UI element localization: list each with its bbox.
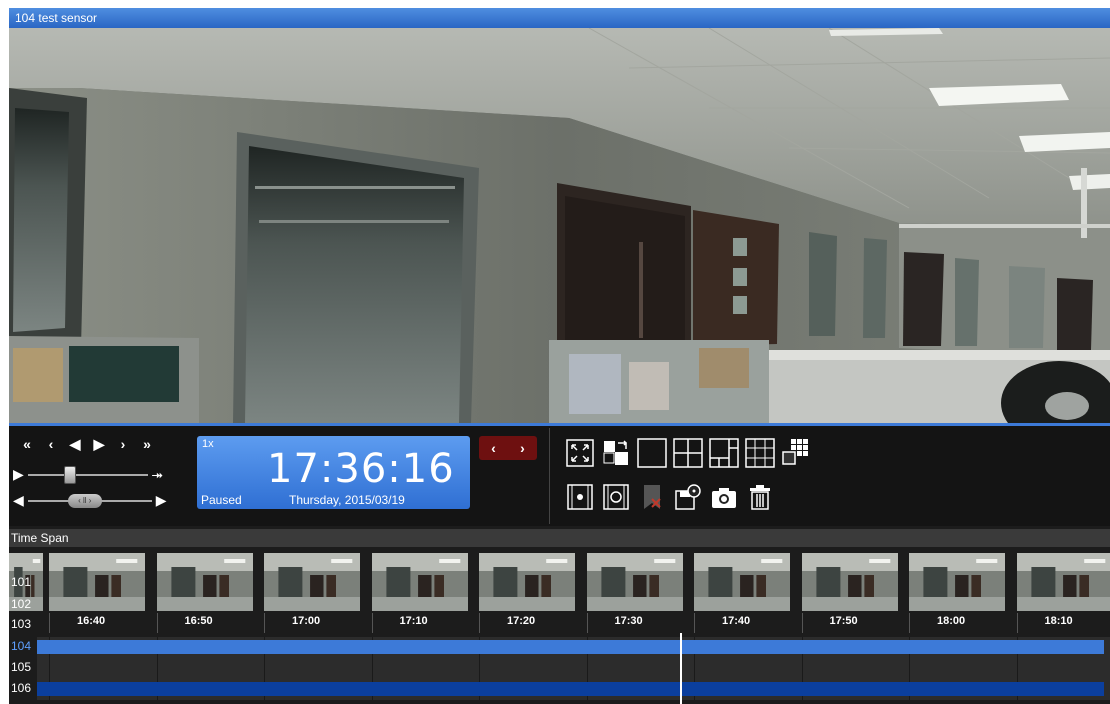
time-slider-row: ◀ ‹ ll › ▶ xyxy=(13,492,167,509)
clip-end-icon[interactable] xyxy=(601,482,631,512)
tick-line xyxy=(909,613,910,633)
tick-line xyxy=(479,613,480,633)
tick-label: 16:50 xyxy=(184,615,213,627)
snapshot-icon[interactable] xyxy=(709,482,739,512)
layout-1x1-icon[interactable] xyxy=(637,438,667,468)
tick-line xyxy=(586,613,588,633)
previous-event-button[interactable]: ‹ xyxy=(479,436,508,460)
tick-line xyxy=(801,613,803,633)
layout-1plus3-icon[interactable] xyxy=(709,438,739,468)
timeline-thumbnail[interactable] xyxy=(694,553,790,611)
previous-frame-button[interactable]: ‹ xyxy=(39,434,63,454)
timeline-header: Time Span xyxy=(9,529,1110,547)
recording-bar-106[interactable] xyxy=(37,682,1104,696)
next-frame-button[interactable]: › xyxy=(111,434,135,454)
tick-label: 17:20 xyxy=(507,615,536,627)
track-grid-line xyxy=(49,658,50,679)
tick-label: 17:30 xyxy=(614,615,643,627)
toolbar-divider xyxy=(549,428,550,524)
tick-label: 18:10 xyxy=(1044,615,1073,627)
channel-label-103[interactable]: 103 xyxy=(9,613,37,635)
fast-forward-icon: ⯮ xyxy=(151,466,163,482)
tick-label: 17:00 xyxy=(292,615,321,627)
timeline-thumbnail[interactable] xyxy=(49,553,145,611)
time-slider[interactable]: ‹ ll › xyxy=(27,493,152,508)
window-title: 104 test sensor xyxy=(9,8,1110,28)
last-frame-button[interactable]: » xyxy=(135,434,159,454)
current-time: 17:36:16 xyxy=(267,446,455,492)
layout-2x2-icon[interactable] xyxy=(673,438,703,468)
speed-slider[interactable] xyxy=(27,465,148,484)
track-grid-line xyxy=(371,658,373,679)
step-forward-icon: ▶ xyxy=(155,492,167,508)
tick-label: 17:50 xyxy=(829,615,858,627)
track-grid-line xyxy=(801,658,803,679)
time-display: 1x 17:36:16 Paused Thursday, 2015/03/19 xyxy=(197,436,470,509)
timeline-thumbnail[interactable] xyxy=(156,553,253,611)
play-forward-icon: ▶ xyxy=(13,466,24,482)
tick-label: 17:10 xyxy=(399,615,428,627)
time-slider-thumb[interactable]: ‹ ll › xyxy=(67,493,102,508)
navigation-buttons: « ‹ ◀ ▶ › » xyxy=(15,434,159,454)
clip-start-icon[interactable] xyxy=(565,482,595,512)
track-grid-line xyxy=(694,658,695,679)
speed-slider-row: ▶ ⯮ xyxy=(13,465,163,484)
tick-line xyxy=(49,613,50,633)
timeline-thumbnail[interactable] xyxy=(1016,553,1110,611)
event-nav: ‹ › xyxy=(479,436,537,460)
thumbnail-strip[interactable] xyxy=(9,553,1110,611)
tick-line xyxy=(1016,613,1018,633)
timeline-thumbnail[interactable] xyxy=(479,553,575,611)
tick-label: 17:40 xyxy=(722,615,751,627)
time-ticks: 16:40 16:50 17:00 17:10 17:20 17:30 17:40 17:50… xyxy=(37,613,1110,633)
playhead[interactable] xyxy=(680,633,682,704)
step-back-icon: ◀ xyxy=(13,492,24,508)
channel-label-101[interactable]: 101 xyxy=(9,571,37,593)
channel-label-105[interactable]: 105 xyxy=(9,656,37,678)
tick-line xyxy=(264,613,265,633)
layout-custom-icon[interactable] xyxy=(781,438,811,468)
timeline-thumbnail[interactable] xyxy=(264,553,360,611)
channel-label-104[interactable]: 104 xyxy=(9,635,37,657)
timeline-thumbnail[interactable] xyxy=(371,553,468,611)
playback-controls: « ‹ ◀ ▶ › » ▶ ⯮ ◀ ‹ ll › ▶ 1x 17:36:16 P… xyxy=(9,426,1110,526)
camera-view[interactable] xyxy=(9,28,1110,425)
speed-slider-thumb[interactable] xyxy=(63,465,76,484)
clear-marker-icon[interactable] xyxy=(637,482,667,512)
track-grid-line xyxy=(479,658,480,679)
track-106[interactable] xyxy=(37,679,1110,700)
export-icon[interactable] xyxy=(673,482,703,512)
tick-line xyxy=(694,613,695,633)
channel-label-106[interactable]: 106 xyxy=(9,677,37,699)
playback-status: Paused xyxy=(201,493,242,507)
reverse-play-button[interactable]: ◀ xyxy=(63,434,87,454)
swap-view-icon[interactable] xyxy=(601,438,631,468)
fullscreen-icon[interactable] xyxy=(565,438,595,468)
timeline-thumbnail[interactable] xyxy=(909,553,1005,611)
play-button[interactable]: ▶ xyxy=(87,434,111,454)
tick-line xyxy=(156,613,158,633)
delete-icon[interactable] xyxy=(745,482,775,512)
tick-label: 16:40 xyxy=(77,615,106,627)
track-grid-line xyxy=(156,658,158,679)
track-grid-line xyxy=(264,658,265,679)
current-date: Thursday, 2015/03/19 xyxy=(289,493,405,507)
track-105[interactable] xyxy=(37,658,1110,679)
recording-bar-104[interactable] xyxy=(37,640,1104,654)
layout-3x3-icon[interactable] xyxy=(745,438,775,468)
timeline-thumbnail[interactable] xyxy=(801,553,898,611)
track-grid-line xyxy=(909,658,910,679)
tick-label: 18:00 xyxy=(937,615,966,627)
track-grid-line xyxy=(586,658,588,679)
app-window: 104 test sensor « ‹ ◀ ▶ › » ▶ ⯮ ◀ ‹ ll ›… xyxy=(9,8,1110,704)
track-104[interactable] xyxy=(37,637,1110,658)
speed-label: 1x xyxy=(202,438,214,450)
first-frame-button[interactable]: « xyxy=(15,434,39,454)
tick-line xyxy=(371,613,373,633)
timeline-thumbnail[interactable] xyxy=(586,553,683,611)
track-grid-line xyxy=(1016,658,1018,679)
next-event-button[interactable]: › xyxy=(508,436,537,460)
channel-label-102[interactable]: 102 xyxy=(9,593,37,615)
